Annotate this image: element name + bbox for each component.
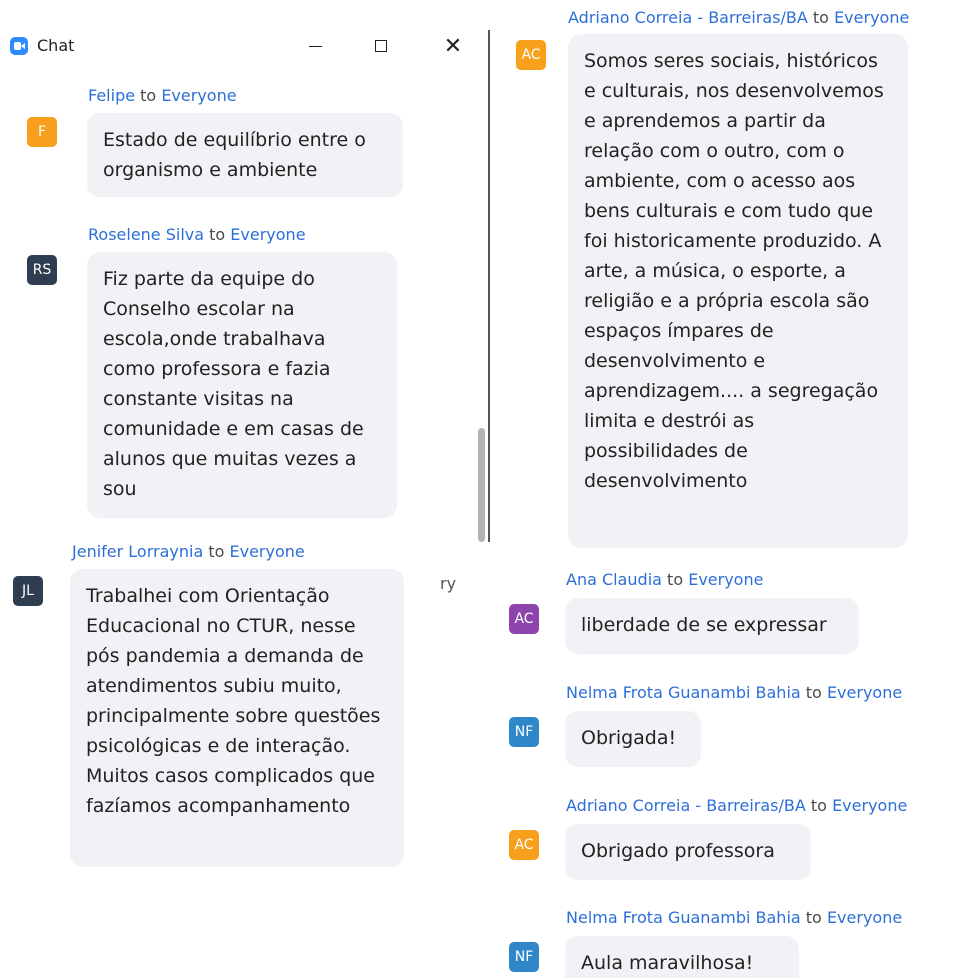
recipient-name[interactable]: Everyone	[161, 86, 236, 105]
avatar: RS	[27, 255, 57, 285]
message-sender-line: Adriano Correia - Barreiras/BA to Everyo…	[568, 8, 909, 27]
to-label: to	[812, 8, 829, 27]
minimize-button[interactable]	[298, 30, 332, 62]
recipient-name[interactable]: Everyone	[230, 225, 305, 244]
to-label: to	[805, 683, 822, 702]
sender-name[interactable]: Felipe	[88, 86, 135, 105]
minimize-icon	[308, 45, 322, 47]
message-bubble: Obrigada!	[565, 711, 701, 767]
to-label: to	[208, 542, 225, 561]
message-sender-line: Roselene Silva to Everyone	[88, 225, 306, 244]
message-sender-line: Nelma Frota Guanambi Bahia to Everyone	[566, 683, 902, 702]
panel-divider	[488, 30, 490, 542]
recipient-name[interactable]: Everyone	[832, 796, 907, 815]
sender-name[interactable]: Nelma Frota Guanambi Bahia	[566, 683, 801, 702]
message-sender-line: Nelma Frota Guanambi Bahia to Everyone	[566, 908, 902, 927]
sender-name[interactable]: Adriano Correia - Barreiras/BA	[566, 796, 806, 815]
chat-title: Chat	[37, 36, 75, 55]
avatar: AC	[509, 604, 539, 634]
partial-text: ry	[440, 574, 457, 593]
to-label: to	[140, 86, 157, 105]
message-bubble: Aula maravilhosa!	[565, 936, 799, 978]
maximize-button[interactable]	[364, 30, 398, 62]
message-bubble: Fiz parte da equipe do Conselho escolar …	[87, 252, 397, 518]
avatar: NF	[509, 942, 539, 972]
to-label: to	[810, 796, 827, 815]
avatar: AC	[516, 40, 546, 70]
message-sender-line: Adriano Correia - Barreiras/BA to Everyo…	[566, 796, 907, 815]
to-label: to	[667, 570, 684, 589]
message-bubble: Trabalhei com Orientação Educacional no …	[70, 569, 404, 867]
message-sender-line: Ana Claudia to Everyone	[566, 570, 763, 589]
recipient-name[interactable]: Everyone	[827, 908, 902, 927]
avatar: JL	[13, 576, 43, 606]
sender-name[interactable]: Adriano Correia - Barreiras/BA	[568, 8, 808, 27]
message-bubble: Estado de equilíbrio entre o organismo e…	[87, 113, 403, 197]
message-bubble: Obrigado professora	[565, 824, 811, 880]
sender-name[interactable]: Nelma Frota Guanambi Bahia	[566, 908, 801, 927]
recipient-name[interactable]: Everyone	[230, 542, 305, 561]
recipient-name[interactable]: Everyone	[834, 8, 909, 27]
recipient-name[interactable]: Everyone	[688, 570, 763, 589]
message-bubble: Somos seres sociais, históricos e cultur…	[568, 34, 908, 548]
sender-name[interactable]: Ana Claudia	[566, 570, 662, 589]
sender-name[interactable]: Roselene Silva	[88, 225, 204, 244]
avatar: NF	[509, 717, 539, 747]
chat-screenshot: Chat ✕ Felipe to Everyone F Estado de eq…	[0, 0, 954, 978]
scrollbar-thumb[interactable]	[478, 428, 485, 542]
message-bubble: liberdade de se expressar	[565, 598, 859, 654]
maximize-icon	[375, 40, 387, 52]
close-icon: ✕	[443, 33, 463, 59]
close-button[interactable]: ✕	[436, 30, 470, 62]
to-label: to	[805, 908, 822, 927]
zoom-logo-icon	[10, 37, 28, 55]
to-label: to	[209, 225, 226, 244]
sender-name[interactable]: Jenifer Lorraynia	[72, 542, 203, 561]
message-sender-line: Jenifer Lorraynia to Everyone	[72, 542, 305, 561]
recipient-name[interactable]: Everyone	[827, 683, 902, 702]
chat-window-header: Chat ✕	[0, 26, 480, 66]
avatar: F	[27, 117, 57, 147]
avatar: AC	[509, 830, 539, 860]
scrollbar[interactable]	[476, 74, 486, 546]
message-sender-line: Felipe to Everyone	[88, 86, 237, 105]
